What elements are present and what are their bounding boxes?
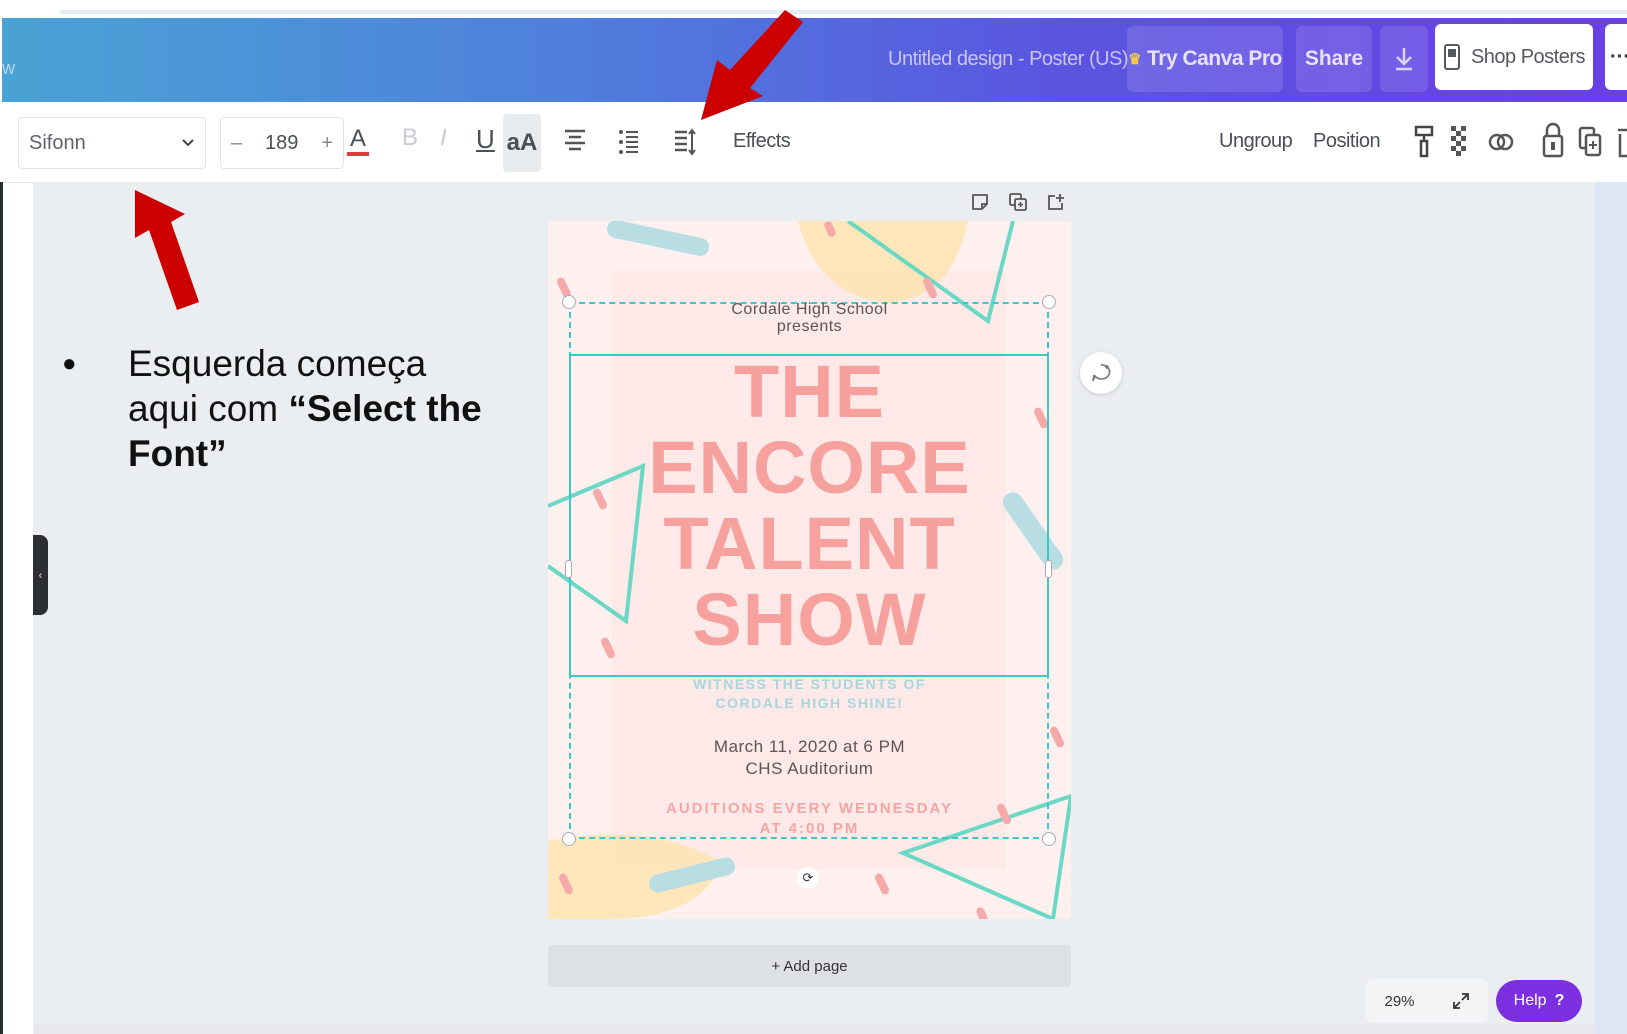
chevron-down-icon [182,139,194,147]
underline-button[interactable]: U [476,124,495,155]
expand-icon[interactable] [1452,992,1470,1010]
page-tools [970,192,1066,212]
red-arrow-toolbar [701,10,803,120]
try-pro-label: Try Canva Pro [1147,47,1282,70]
zoom-control[interactable]: 29% [1366,979,1488,1023]
color-swatch [347,152,369,156]
position-button[interactable]: Position [1313,130,1381,153]
spacing-button[interactable] [673,128,697,156]
lock-button[interactable] [1542,122,1564,158]
paint-format-icon [1414,125,1434,158]
collapse-chevron-icon: ‹ [38,568,43,582]
share-button[interactable]: Share [1296,26,1372,92]
trash-icon [1618,128,1627,158]
red-arrow-font [135,190,199,310]
regenerate-button[interactable] [1080,352,1122,394]
try-canva-pro-button[interactable]: ♛ Try Canva Pro [1127,26,1283,92]
top-line [60,10,1627,14]
school-name: Cordale High School [731,301,888,318]
text-color-glyph: A [349,125,366,152]
poster-auditions: AUDITIONS EVERY WEDNESDAY AT 4:00 PM [548,799,1071,839]
spacing-icon [675,128,696,156]
bullet: ● [62,350,77,377]
transparency-icon [1451,126,1466,156]
list-icon [619,130,638,154]
rotate-icon: ⟳ [802,870,814,885]
title-line: ENCORE [648,426,971,509]
canvas-right-edge [1595,182,1627,1034]
horizontal-scrollbar[interactable] [33,1024,1595,1034]
document-title[interactable]: Untitled design - Poster (US) [888,48,1129,71]
text-toolbar: Sifonn – 189 + A B I U aA Effects Ungrou… [2,102,1627,183]
letter-case-button[interactable]: aA [503,114,541,172]
link-icon [1488,133,1514,151]
align-icon [565,129,585,151]
font-name: Sifonn [29,131,86,154]
event-venue: CHS Auditorium [745,759,874,778]
auditions-line: AT 4:00 PM [759,820,860,837]
bold-button[interactable]: B [402,124,418,152]
shop-poster-icon [1443,44,1460,70]
link-button[interactable] [1488,130,1514,154]
poster-event-details: March 11, 2020 at 6 PM CHS Auditorium [548,736,1071,780]
shop-posters-button[interactable]: Shop Posters [1435,24,1593,90]
title-line: THE [734,350,885,433]
add-page-button[interactable]: + Add page [548,945,1071,987]
effects-button[interactable]: Effects [733,130,791,153]
increase-size-button[interactable]: + [321,132,333,155]
lock-icon [1542,122,1564,158]
help-glyph: ? [1554,992,1565,1009]
instruction-text: Esquerda começa aqui com “Select the Fon… [128,341,488,476]
decrease-size-button[interactable]: – [231,132,242,155]
zoom-level[interactable]: 29% [1384,993,1414,1010]
shop-posters-label: Shop Posters [1470,45,1586,68]
font-selector[interactable]: Sifonn [18,117,206,169]
font-size-value[interactable]: 189 [265,132,298,155]
presents-text: presents [776,318,843,335]
align-button[interactable] [563,128,587,154]
note-icon[interactable] [970,192,990,212]
download-button[interactable] [1380,26,1428,92]
font-size-stepper[interactable]: – 189 + [220,117,344,169]
help-button[interactable]: Help ? [1496,980,1582,1022]
regenerate-icon [1092,364,1111,382]
poster-school-text: Cordale High School presents [548,301,1071,335]
list-button[interactable] [618,128,640,156]
left-panel-edge [0,182,3,1034]
event-date: March 11, 2020 at 6 PM [713,737,906,756]
crown-icon: ♛ [1128,51,1142,68]
title-line: SHOW [692,578,927,661]
duplicate-icon[interactable] [1008,192,1028,212]
delete-button[interactable] [1616,126,1627,158]
italic-button[interactable]: I [440,124,447,152]
poster-tagline: WITNESS THE STUDENTS OF CORDALE HIGH SHI… [548,675,1071,713]
title-line: TALENT [663,502,956,585]
copy-button[interactable] [1578,126,1602,158]
copy-icon [1578,126,1602,157]
rotate-handle[interactable]: ⟳ [797,867,819,889]
header-left-fragment: w [2,58,15,78]
ungroup-button[interactable]: Ungroup [1219,130,1293,153]
download-icon [1396,48,1412,71]
auditions-line: AUDITIONS EVERY WEDNESDAY [666,800,953,817]
transparency-button[interactable] [1449,124,1471,158]
text-color-button[interactable]: A [347,118,369,166]
collapse-panel-button[interactable]: ‹ [33,535,48,615]
tagline-line: CORDALE HIGH SHINE! [715,695,904,711]
tagline-line: WITNESS THE STUDENTS OF [693,676,926,692]
poster-title[interactable]: THE ENCORE TALENT SHOW [548,354,1071,658]
editor-header: w Untitled design - Poster (US) ♛ Try Ca… [2,18,1627,102]
paint-format-button[interactable] [1414,124,1434,158]
more-button[interactable]: ··· [1605,24,1627,90]
help-label: Help [1513,992,1547,1009]
add-page-icon[interactable] [1046,192,1066,212]
